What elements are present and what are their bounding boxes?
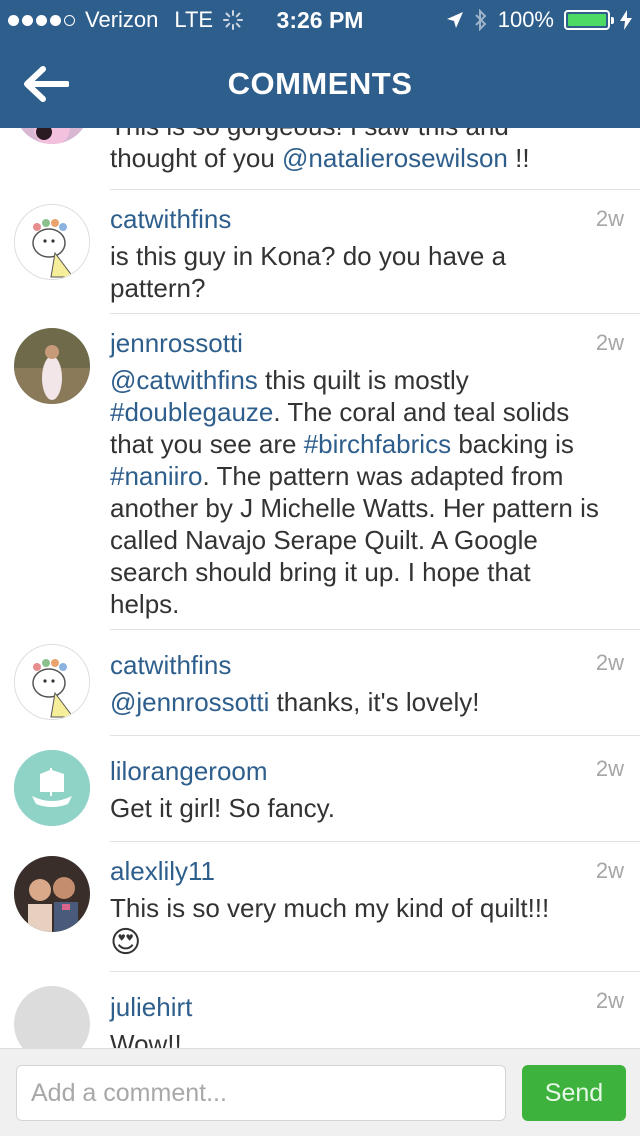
avatar[interactable] (14, 750, 90, 826)
comment-time: 2w (595, 988, 624, 1013)
comment-item: lilorangeroom 2w Get it girl! So fancy. (0, 736, 640, 842)
avatar[interactable] (14, 328, 90, 404)
battery-icon (564, 10, 614, 30)
avatar[interactable] (14, 986, 90, 1048)
comment-username[interactable]: catwithfins (110, 204, 231, 235)
comment-time: 2w (595, 858, 624, 883)
status-right: 100% (446, 7, 632, 33)
avatar[interactable] (14, 204, 90, 280)
comment-text: This is so very much my kind of quilt!!!… (110, 892, 610, 962)
mention-link[interactable]: @catwithfins (110, 365, 258, 395)
page-title: COMMENTS (227, 66, 413, 101)
comment-text: @catwithfins this quilt is mostly #doubl… (110, 365, 599, 619)
battery-percent: 100% (497, 7, 554, 32)
comment-input[interactable] (16, 1065, 506, 1121)
avatar[interactable] (14, 128, 90, 144)
send-button[interactable]: Send (522, 1065, 626, 1121)
comment-item: catwithfins 2w is this guy in Kona? do y… (0, 190, 640, 314)
comment-username[interactable]: jennrossotti (110, 328, 243, 359)
comment-text: Get it girl! So fancy. (110, 793, 335, 823)
compose-bar: Send (0, 1048, 640, 1136)
comment-username[interactable]: juliehirt (110, 992, 192, 1023)
hashtag-link[interactable]: #doublegauze (110, 397, 273, 427)
comment-text: Wow!! (110, 1029, 182, 1048)
comment-username[interactable]: catwithfins (110, 650, 231, 681)
comment-time: 2w (595, 330, 624, 355)
mention-link[interactable]: @jennrossotti (110, 687, 269, 717)
location-arrow-icon (446, 12, 463, 28)
hashtag-link[interactable]: #birchfabrics (304, 429, 451, 459)
comment-item: jennrossotti 2w @catwithfins this quilt … (0, 314, 640, 630)
charging-bolt-icon (620, 10, 632, 30)
comment-time: 2w (595, 650, 624, 675)
comment-text-line: This is so gorgeous! I saw this and (110, 128, 630, 142)
comment-item: juliehirt 2w Wow!! (0, 972, 640, 1048)
comment-username[interactable]: lilorangeroom (110, 756, 268, 787)
comment-text-line: thought of you @natalierosewilson !! (110, 143, 530, 173)
comment-item: alexlily11 2w This is so very much my ki… (0, 842, 640, 972)
nav-bar: COMMENTS (0, 40, 640, 128)
comments-list[interactable]: This is so gorgeous! I saw this and thou… (0, 128, 640, 1048)
comment-item: catwithfins 2w @jennrossotti thanks, it'… (0, 630, 640, 736)
hashtag-link[interactable]: #naniiro (110, 461, 203, 491)
status-bar: Verizon LTE 3:26 PM 100% (0, 0, 640, 40)
mention-link[interactable]: @natalierosewilson (282, 143, 508, 173)
avatar[interactable] (14, 856, 90, 932)
comment-text: is this guy in Kona? do you have a patte… (110, 241, 507, 303)
comment-item: This is so gorgeous! I saw this and thou… (0, 128, 640, 190)
comment-text: This is so gorgeous! I saw this and thou… (110, 128, 630, 174)
comment-time: 2w (595, 756, 624, 781)
top-bar: Verizon LTE 3:26 PM 100% COMMENTS (0, 0, 640, 128)
comment-time: 2w (595, 206, 624, 231)
bluetooth-icon (475, 9, 487, 31)
comment-text: @jennrossotti thanks, it's lovely! (110, 687, 480, 717)
heart-eyes-emoji: 😍 (110, 926, 142, 959)
comment-text-line: This is so very much my kind of quilt!!! (110, 893, 550, 923)
comment-username[interactable]: alexlily11 (110, 856, 215, 887)
avatar[interactable] (14, 644, 90, 720)
